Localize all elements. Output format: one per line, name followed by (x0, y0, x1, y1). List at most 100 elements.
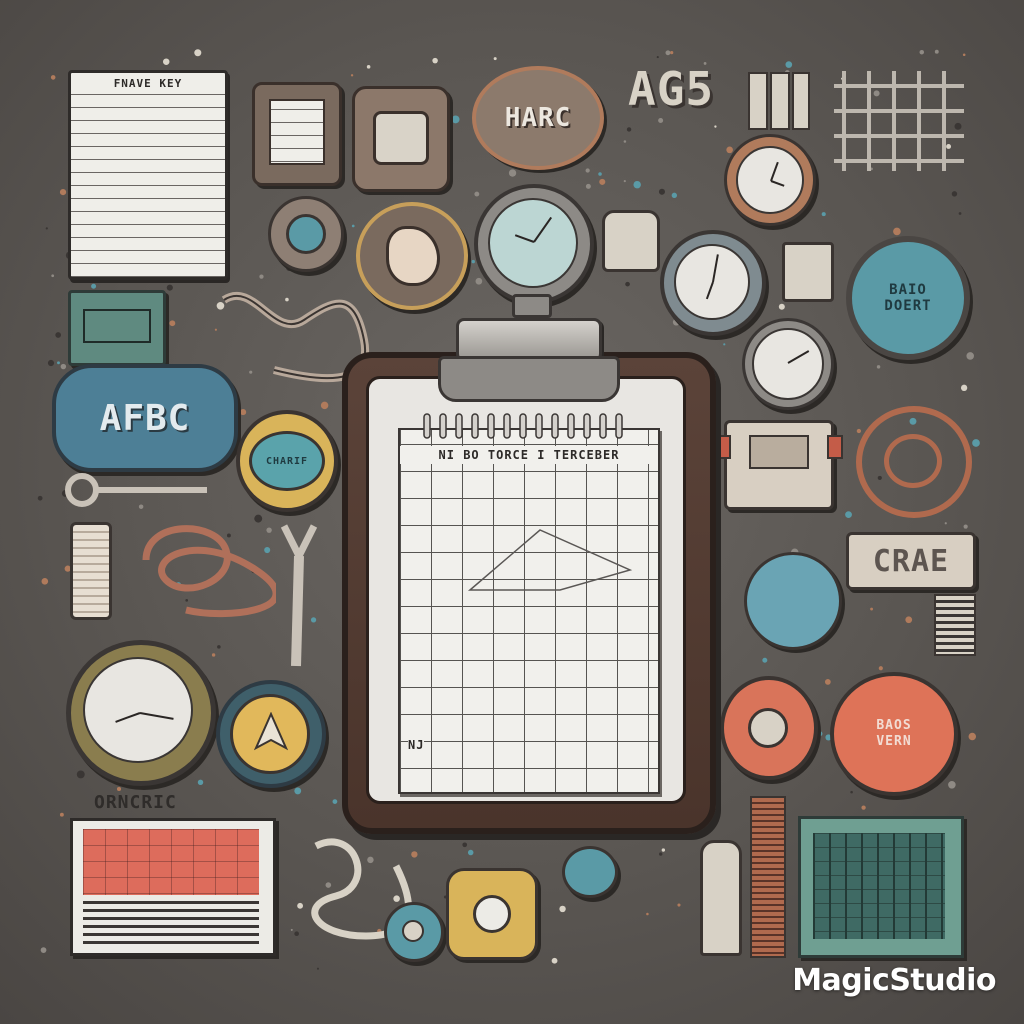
notepad-side-mark: NJ (408, 738, 425, 752)
dot (633, 180, 641, 189)
notepad-grid: NI BO TORCE I TERCEBER NJ (398, 428, 660, 794)
dot (471, 259, 475, 264)
magicstudio-watermark: MagicStudio (792, 963, 996, 998)
key-icon (65, 473, 207, 507)
dot (599, 178, 606, 185)
dot (197, 779, 204, 786)
clock-right (660, 230, 766, 336)
dot (919, 49, 925, 55)
dot (870, 607, 874, 611)
wrench-tool (280, 524, 318, 667)
clock-top-right (724, 134, 816, 226)
spiral-ring (503, 413, 511, 439)
small-bars (748, 72, 810, 130)
dot (350, 74, 354, 77)
dot (59, 812, 64, 817)
ag5-letters: AG5 (628, 62, 715, 116)
dot (166, 284, 173, 291)
dot (845, 511, 852, 519)
dot (677, 903, 681, 907)
illustration-canvas: FNAVE KEY HARC AG5 BAIO DOERT AFBC CHARI… (0, 0, 1024, 1024)
harc-label: HARC (504, 103, 572, 133)
afbc-label: AFBC (99, 397, 191, 439)
dot (294, 787, 302, 795)
top-left-sheet-title: FNAVE KEY (71, 77, 225, 90)
dot (50, 75, 56, 80)
machine-console (715, 420, 843, 510)
dot (414, 310, 417, 313)
spiral-ring (535, 413, 543, 439)
spiral-ring (615, 413, 623, 439)
dot (57, 361, 60, 365)
spiral-ring (599, 413, 607, 439)
dot (905, 616, 913, 624)
dot (876, 365, 881, 369)
dot (966, 352, 974, 360)
teal-drop-badge (744, 552, 842, 650)
small-teal-dome (562, 846, 618, 898)
dot (351, 224, 355, 228)
coral-striped-panel (70, 818, 276, 956)
dot (714, 125, 717, 128)
dot (40, 947, 47, 954)
teal-badge-line1: BAIO (889, 282, 927, 298)
lattice-grid (834, 71, 964, 171)
notepad-spiral (423, 413, 623, 439)
dot (972, 439, 980, 447)
afbc-blue-badge: AFBC (52, 364, 238, 472)
dot (493, 57, 497, 61)
dot (240, 409, 247, 416)
dot (817, 731, 823, 737)
dot (821, 212, 826, 217)
coral-wheel (720, 676, 818, 780)
dot (45, 227, 48, 230)
dot (559, 905, 566, 913)
clock-right-middle (742, 318, 834, 410)
dot (963, 524, 968, 529)
dot (824, 679, 831, 685)
dot (960, 384, 968, 392)
dot (91, 283, 97, 289)
clock-bottom-left (66, 640, 216, 786)
green-panel (68, 290, 166, 366)
mustard-medallion (446, 868, 538, 960)
dot (661, 848, 666, 852)
small-tag-right (782, 242, 834, 302)
charif-label: CHARIF (265, 455, 309, 467)
spiral-ring (551, 413, 559, 439)
coiled-cable (142, 525, 276, 618)
compass-badge (216, 680, 326, 788)
dot (951, 191, 958, 197)
dot (878, 666, 883, 671)
dot (856, 428, 862, 434)
dot (316, 967, 320, 970)
dot (658, 117, 664, 123)
dot (625, 281, 630, 287)
dot (962, 53, 966, 57)
dot (948, 781, 956, 789)
notepad-sketch (467, 529, 633, 591)
teal-badge-line2: DOERT (884, 298, 932, 314)
dot (169, 320, 176, 327)
dot (259, 274, 264, 279)
dot (41, 578, 49, 585)
spiral-ring (583, 413, 591, 439)
dot (598, 172, 602, 176)
dot (451, 115, 460, 124)
dot (76, 770, 85, 779)
spiral-ring (471, 413, 479, 439)
gear-wheel (268, 196, 344, 272)
dot (467, 849, 474, 856)
dot (626, 127, 632, 132)
dot (37, 495, 43, 501)
spiral-ring (519, 413, 527, 439)
dot (778, 303, 785, 310)
dot (646, 912, 649, 916)
dot (723, 343, 726, 346)
small-teal-gear (384, 902, 444, 962)
dot (958, 212, 962, 215)
spiral-ring (567, 413, 575, 439)
spiral-ring (439, 413, 447, 439)
clock-stand (512, 294, 552, 318)
teal-round-badge: BAIO DOERT (846, 236, 970, 360)
